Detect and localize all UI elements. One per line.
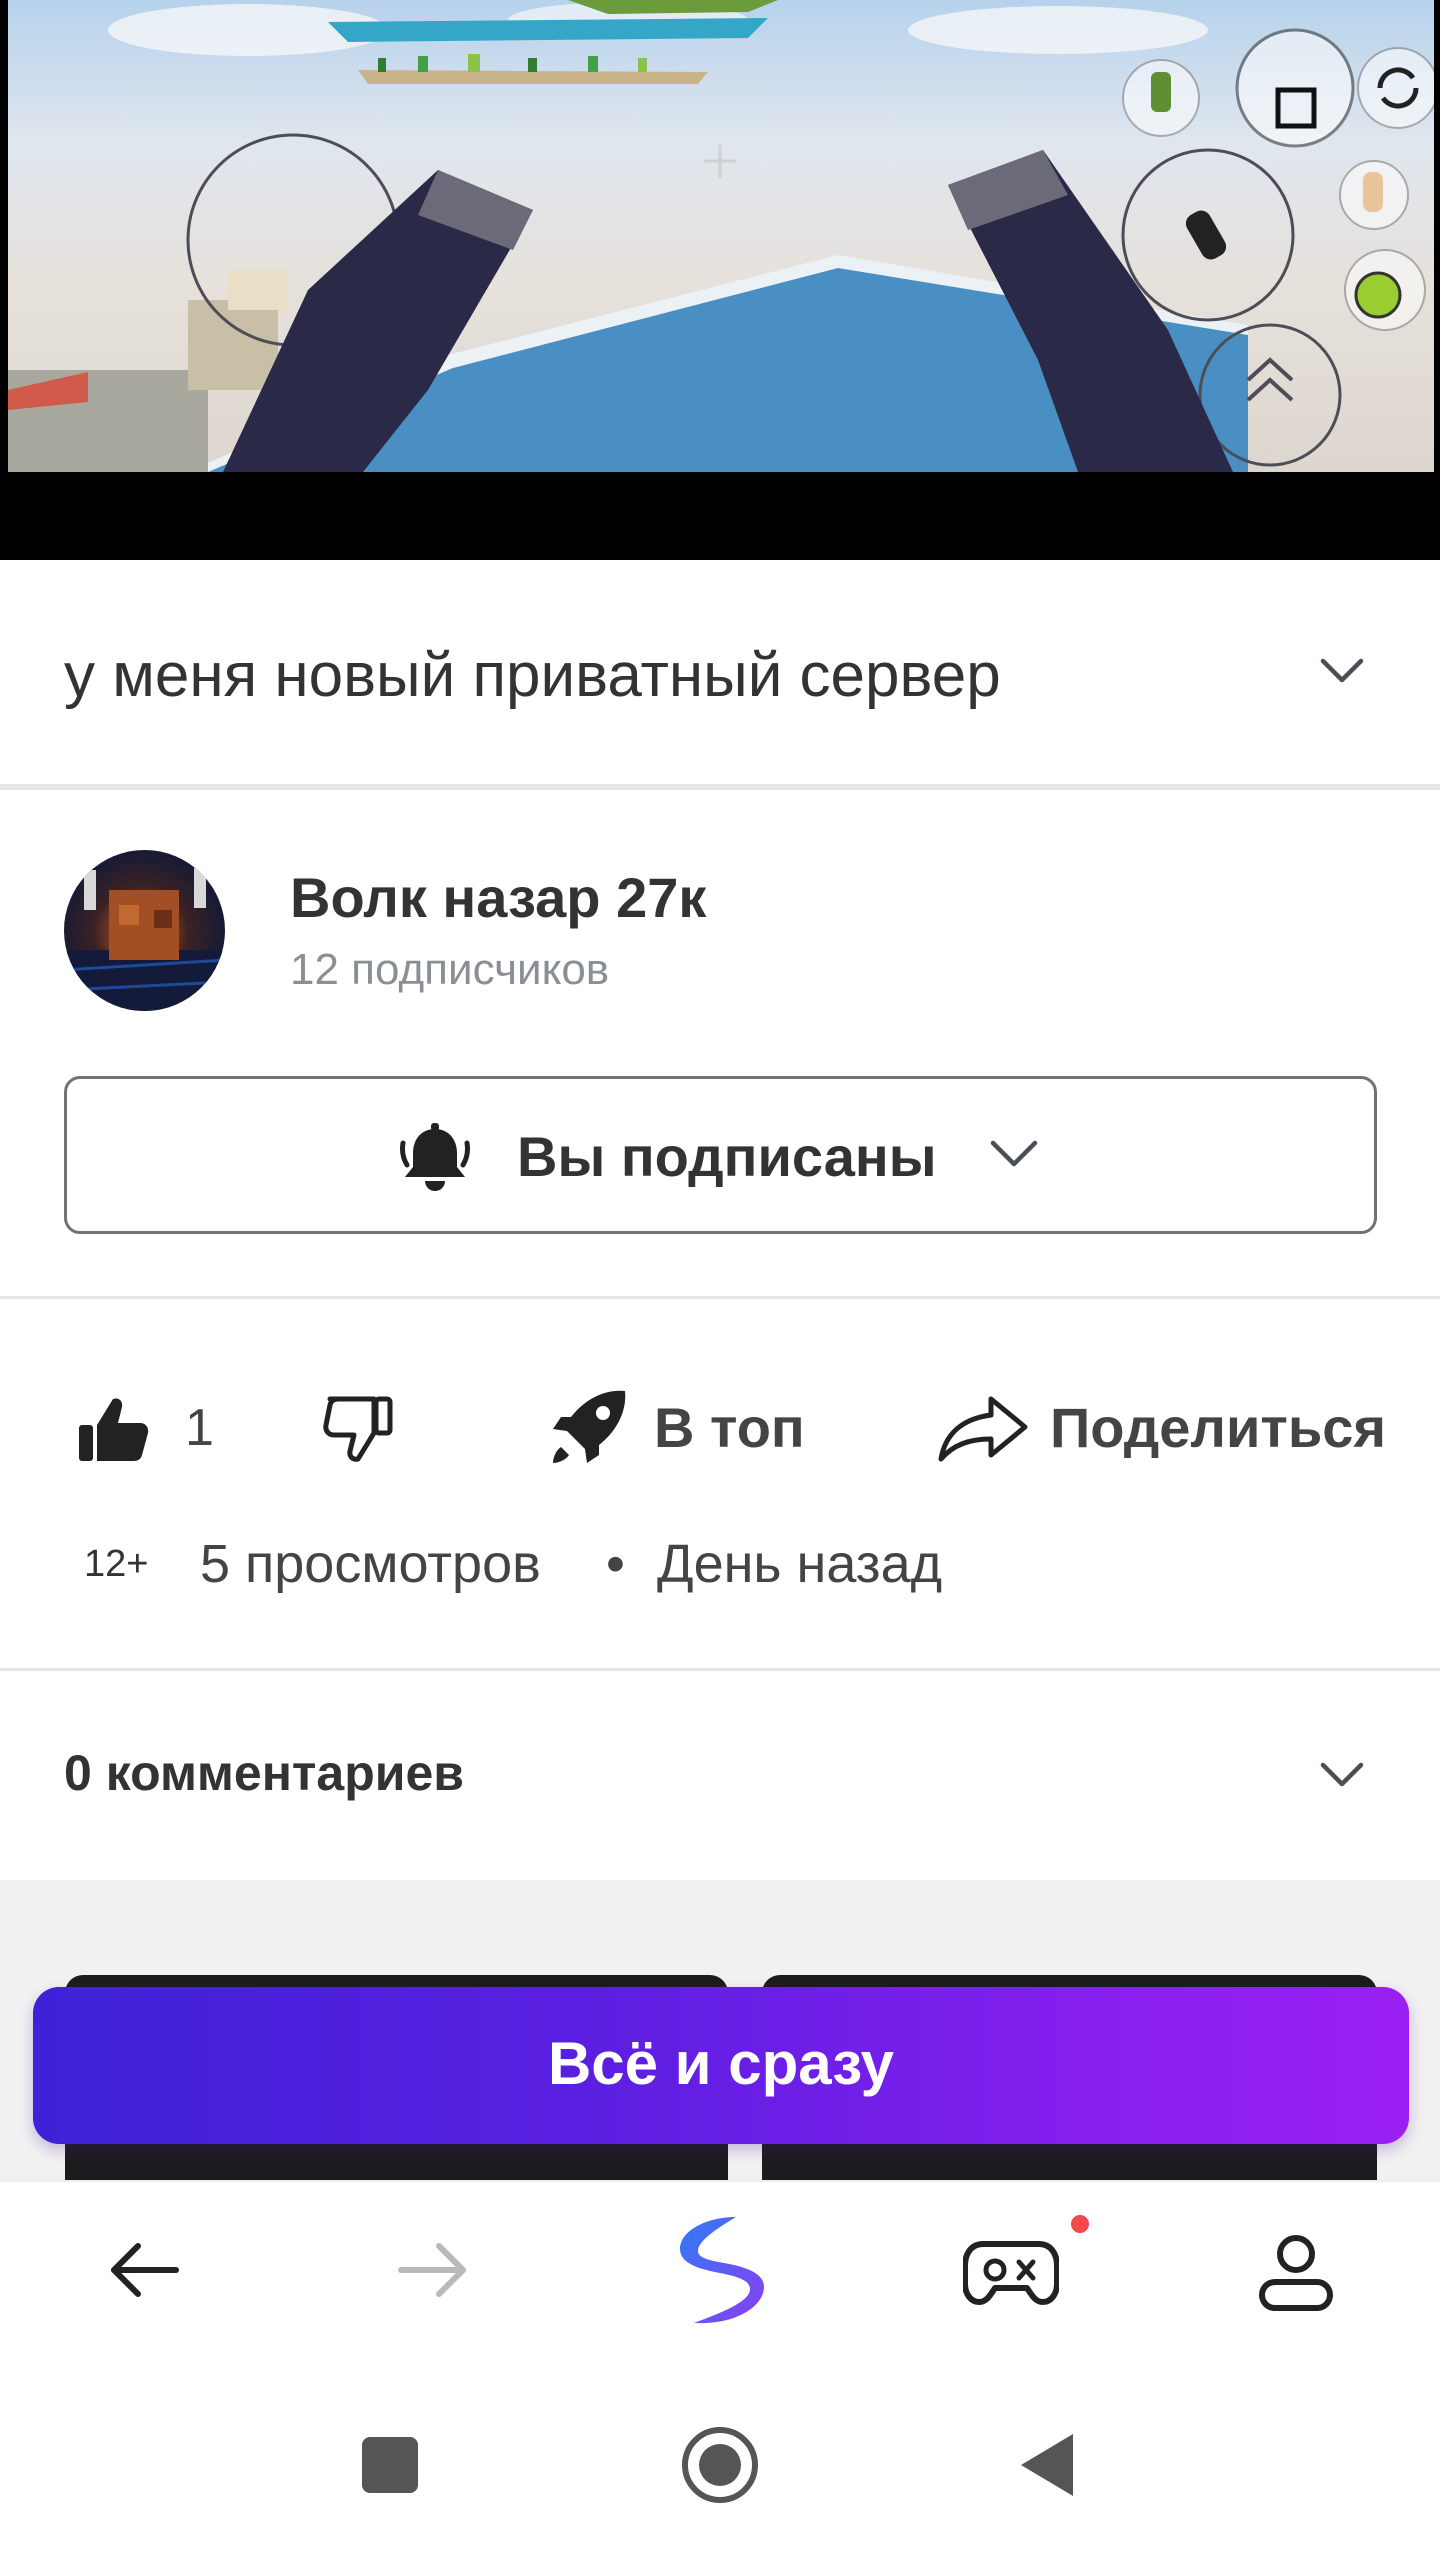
- video-frame[interactable]: [8, 0, 1434, 472]
- bell-ringing-icon: [400, 1123, 470, 1191]
- subscriber-count: 12 подписчиков: [290, 945, 610, 994]
- comments-count[interactable]: 0 комментариев: [64, 1744, 464, 1802]
- back-icon[interactable]: [104, 2230, 184, 2310]
- subscribed-button[interactable]: Вы подписаны: [64, 1076, 1377, 1234]
- meta-separator: •: [606, 1534, 625, 1594]
- promo-label: Всё и сразу: [547, 2030, 895, 2097]
- like-icon[interactable]: [77, 1395, 149, 1463]
- app-logo-icon[interactable]: [666, 2213, 774, 2329]
- divider: [0, 1668, 1440, 1671]
- view-count: 5 просмотров: [200, 1534, 541, 1594]
- share-button-label[interactable]: Поделиться: [1050, 1395, 1386, 1460]
- age-rating-badge: 12+: [84, 1543, 149, 1585]
- dislike-icon[interactable]: [322, 1395, 394, 1463]
- avatar-image: [64, 868, 225, 1011]
- recents-square-icon[interactable]: [360, 2435, 420, 2495]
- video-title: у меня новый приватный сервер: [64, 641, 1001, 710]
- notification-dot: [1071, 2215, 1089, 2233]
- expand-description-chevron-icon[interactable]: [1317, 655, 1367, 687]
- forward-icon[interactable]: [393, 2230, 473, 2310]
- video-player[interactable]: [0, 0, 1440, 560]
- divider: [0, 1296, 1440, 1299]
- home-circle-icon[interactable]: [680, 2425, 760, 2505]
- game-scene-illustration: [8, 0, 1434, 472]
- rocket-icon[interactable]: [547, 1385, 631, 1469]
- like-count: 1: [185, 1399, 214, 1457]
- share-icon[interactable]: [937, 1393, 1031, 1463]
- published-time: День назад: [657, 1534, 943, 1594]
- profile-icon[interactable]: [1256, 2232, 1336, 2314]
- expand-comments-chevron-icon[interactable]: [1317, 1759, 1367, 1791]
- chevron-down-icon: [990, 1140, 1038, 1167]
- subscribed-label: Вы подписаны: [517, 1125, 937, 1188]
- gamepad-icon[interactable]: [963, 2230, 1059, 2310]
- promo-banner-button[interactable]: Всё и сразу: [33, 1987, 1409, 2144]
- divider: [0, 787, 1440, 790]
- back-triangle-icon[interactable]: [1017, 2432, 1077, 2498]
- top-button-label[interactable]: В топ: [654, 1395, 805, 1460]
- channel-name[interactable]: Волк назар 27к: [290, 865, 706, 930]
- channel-avatar[interactable]: [64, 850, 225, 1011]
